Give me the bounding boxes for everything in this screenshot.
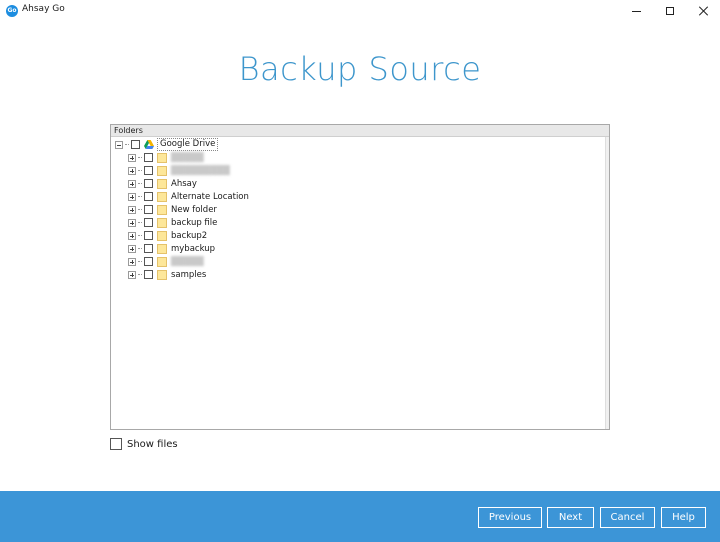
item-checkbox[interactable] — [144, 179, 153, 188]
tree-item-label[interactable]: █████████ — [171, 166, 230, 176]
item-checkbox[interactable] — [144, 270, 153, 279]
tree-item-label[interactable]: Alternate Location — [171, 192, 249, 202]
expand-icon[interactable] — [128, 166, 136, 175]
wizard-footer: Previous Next Cancel Help — [0, 491, 720, 542]
tree-item-label[interactable]: █████ — [171, 257, 204, 267]
tree-item[interactable]: █████ — [128, 255, 204, 268]
tree-connector — [138, 196, 142, 197]
expand-icon[interactable] — [128, 218, 136, 227]
tree-connector — [138, 261, 142, 262]
tree-item[interactable]: samples — [128, 268, 206, 281]
tree-scroll-area — [605, 137, 609, 429]
expand-icon[interactable] — [128, 244, 136, 253]
maximize-button[interactable] — [652, 0, 688, 22]
tree-connector — [138, 157, 142, 158]
show-files-label[interactable]: Show files — [127, 439, 178, 450]
tree-item-label[interactable]: backup2 — [171, 231, 207, 241]
tree-header: Folders — [111, 125, 609, 137]
tree-item-label[interactable]: samples — [171, 270, 206, 280]
minimize-button[interactable] — [618, 0, 654, 22]
tree-connector — [138, 235, 142, 236]
item-checkbox[interactable] — [144, 205, 153, 214]
tree-item[interactable]: mybackup — [128, 242, 215, 255]
tree-connector — [138, 274, 142, 275]
tree-item[interactable]: backup2 — [128, 229, 207, 242]
window-title: Ahsay Go — [22, 4, 65, 14]
item-checkbox[interactable] — [144, 218, 153, 227]
tree-item-label[interactable]: backup file — [171, 218, 217, 228]
item-checkbox[interactable] — [144, 192, 153, 201]
folder-icon — [157, 165, 167, 176]
tree-item[interactable]: Ahsay — [128, 177, 197, 190]
tree-item-label[interactable]: mybackup — [171, 244, 215, 254]
tree-root-label[interactable]: Google Drive — [157, 138, 219, 151]
tree-connector — [138, 248, 142, 249]
folder-icon — [157, 256, 167, 267]
expand-icon[interactable] — [128, 179, 136, 188]
expand-icon[interactable] — [128, 192, 136, 201]
google-drive-icon — [144, 140, 154, 149]
folder-icon — [157, 243, 167, 254]
title-bar: Go Ahsay Go — [0, 0, 720, 22]
show-files-checkbox[interactable] — [110, 438, 122, 450]
app-logo-icon: Go — [6, 5, 18, 17]
tree-item[interactable]: Alternate Location — [128, 190, 249, 203]
tree-item-label[interactable]: █████ — [171, 153, 204, 163]
cancel-button[interactable]: Cancel — [600, 507, 655, 528]
item-checkbox[interactable] — [144, 257, 153, 266]
minimize-icon — [631, 10, 641, 12]
tree-item-label[interactable]: Ahsay — [171, 179, 197, 189]
tree-item-label[interactable]: New folder — [171, 205, 217, 215]
tree-connector — [138, 170, 142, 171]
folder-icon — [157, 152, 167, 163]
folder-tree[interactable]: Folders Google Drive █████ █████████ Ahs… — [110, 124, 610, 430]
page-title: Backup Source — [238, 50, 482, 88]
expand-icon[interactable] — [128, 153, 136, 162]
maximize-icon — [666, 7, 674, 15]
folder-icon — [157, 204, 167, 215]
expand-icon[interactable] — [128, 231, 136, 240]
expand-icon[interactable] — [128, 270, 136, 279]
next-button[interactable]: Next — [547, 507, 594, 528]
item-checkbox[interactable] — [144, 153, 153, 162]
tree-item[interactable]: █████ — [128, 151, 204, 164]
item-checkbox[interactable] — [144, 231, 153, 240]
folder-icon — [157, 230, 167, 241]
tree-connector — [125, 144, 129, 145]
folder-icon — [157, 191, 167, 202]
help-button[interactable]: Help — [661, 507, 706, 528]
expand-icon[interactable] — [128, 205, 136, 214]
close-icon — [699, 6, 709, 16]
show-files-option[interactable]: Show files — [110, 438, 178, 450]
tree-item[interactable]: backup file — [128, 216, 217, 229]
tree-connector — [138, 183, 142, 184]
folder-icon — [157, 217, 167, 228]
root-checkbox[interactable] — [131, 140, 140, 149]
collapse-icon[interactable] — [115, 140, 123, 149]
tree-item[interactable]: █████████ — [128, 164, 230, 177]
tree-connector — [138, 222, 142, 223]
tree-item[interactable]: New folder — [128, 203, 217, 216]
previous-button[interactable]: Previous — [478, 507, 542, 528]
tree-root-row[interactable]: Google Drive — [115, 138, 219, 151]
folder-icon — [157, 269, 167, 280]
folder-icon — [157, 178, 167, 189]
item-checkbox[interactable] — [144, 244, 153, 253]
item-checkbox[interactable] — [144, 166, 153, 175]
close-button[interactable] — [686, 0, 720, 22]
tree-connector — [138, 209, 142, 210]
expand-icon[interactable] — [128, 257, 136, 266]
